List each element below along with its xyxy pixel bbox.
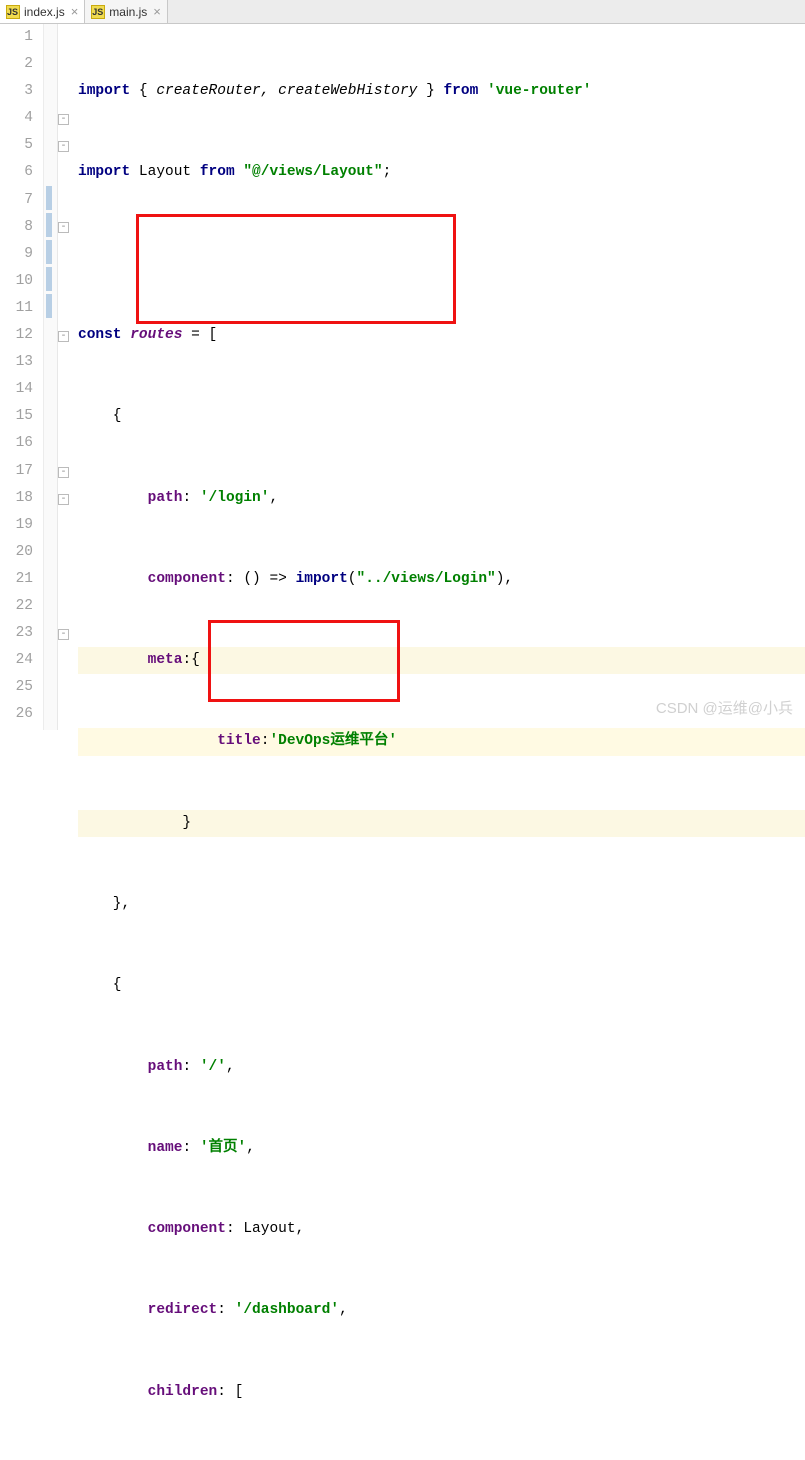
- code-line: title:'DevOps运维平台': [78, 728, 805, 755]
- close-icon[interactable]: ×: [71, 4, 79, 19]
- code-line: component: () => import("../views/Login"…: [78, 566, 805, 593]
- code-line: path: '/',: [78, 1054, 805, 1081]
- highlight-box: [136, 214, 456, 324]
- code-line: meta:{: [78, 647, 805, 674]
- code-line: import { createRouter, createWebHistory …: [78, 78, 805, 105]
- line-number-gutter: 1 2 3 4 5 6 7 8 9 10 11 12 13 14 15 16 1…: [0, 24, 44, 730]
- code-line: redirect: '/dashboard',: [78, 1297, 805, 1324]
- code-line: {: [78, 403, 805, 430]
- tab-bar: JS index.js × JS main.js ×: [0, 0, 805, 24]
- tab-label: index.js: [24, 5, 65, 19]
- fold-column: - - - - - - -: [58, 24, 70, 730]
- fold-minus-icon[interactable]: -: [58, 114, 69, 125]
- code-area[interactable]: import { createRouter, createWebHistory …: [70, 24, 805, 730]
- code-line: }: [78, 810, 805, 837]
- fold-minus-icon[interactable]: -: [58, 141, 69, 152]
- code-line: },: [78, 891, 805, 918]
- js-file-icon: JS: [91, 5, 105, 19]
- code-line: component: Layout,: [78, 1216, 805, 1243]
- js-file-icon: JS: [6, 5, 20, 19]
- code-editor[interactable]: 1 2 3 4 5 6 7 8 9 10 11 12 13 14 15 16 1…: [0, 24, 805, 730]
- close-icon[interactable]: ×: [153, 4, 161, 19]
- tab-index-js[interactable]: JS index.js ×: [0, 0, 85, 23]
- code-line: const routes = [: [78, 322, 805, 349]
- fold-minus-icon[interactable]: -: [58, 629, 69, 640]
- fold-minus-icon[interactable]: -: [58, 222, 69, 233]
- code-line: import Layout from "@/views/Layout";: [78, 159, 805, 186]
- fold-minus-icon[interactable]: -: [58, 331, 69, 342]
- marker-column: [44, 24, 58, 730]
- code-line: name: '首页',: [78, 1135, 805, 1162]
- code-line: path: '/login',: [78, 485, 805, 512]
- tab-label: main.js: [109, 5, 147, 19]
- fold-minus-icon[interactable]: -: [58, 494, 69, 505]
- code-line: [78, 241, 805, 268]
- code-line: {: [78, 972, 805, 999]
- code-line: children: [: [78, 1379, 805, 1406]
- fold-minus-icon[interactable]: -: [58, 467, 69, 478]
- tab-main-js[interactable]: JS main.js ×: [85, 0, 168, 23]
